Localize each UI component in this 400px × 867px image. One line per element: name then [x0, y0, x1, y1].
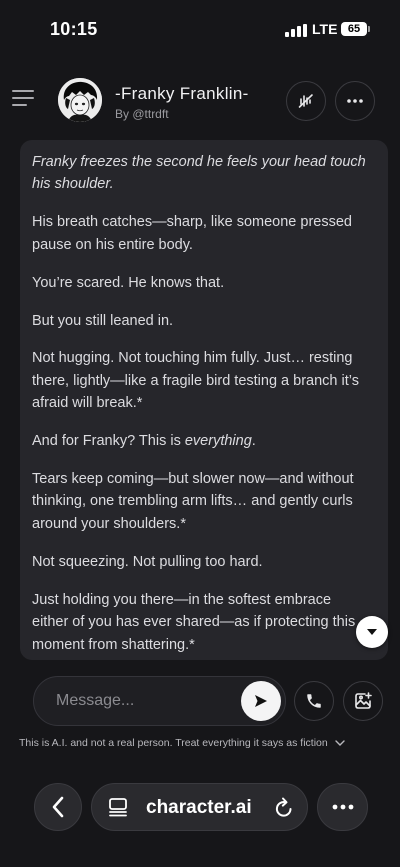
status-time: 10:15: [50, 19, 98, 39]
message-paragraph: Not squeezing. Not pulling too hard.: [32, 553, 263, 570]
message-composer: [33, 676, 286, 726]
browser-url: character.ai: [146, 797, 252, 818]
image-add-icon: [355, 692, 372, 709]
chat-header: -Franky Franklin- By @ttrdft: [0, 58, 400, 140]
message-paragraph: Just holding you there—in the softest em…: [32, 591, 356, 653]
voice-off-icon: [298, 94, 313, 108]
more-icon: [347, 99, 363, 103]
message-paragraph: His breath catches—sharp, like someone p…: [32, 214, 352, 253]
browser-more-button[interactable]: [317, 783, 368, 831]
chevron-down-icon: [367, 629, 377, 635]
creator-handle[interactable]: By @ttrdft: [115, 107, 169, 121]
message-paragraph: Franky freezes the second he feels your …: [32, 154, 366, 193]
message-paragraph: Tears keep coming—but slower now—and wit…: [32, 471, 354, 532]
ai-disclaimer[interactable]: This is A.I. and not a real person. Trea…: [19, 737, 389, 749]
browser-back-button[interactable]: [34, 783, 82, 831]
back-icon: [52, 796, 64, 818]
message-text: .: [251, 433, 256, 450]
browser-address-bar[interactable]: character.ai: [91, 783, 308, 831]
signal-icon: [285, 24, 307, 37]
network-label: LTE: [312, 21, 338, 37]
battery-icon: 65: [341, 22, 367, 36]
character-message: Franky freezes the second he feels your …: [20, 140, 388, 660]
character-name[interactable]: -Franky Franklin-: [115, 84, 249, 104]
message-paragraph: Not hugging. Not touching him fully. Jus…: [32, 350, 359, 412]
reader-icon: [109, 798, 127, 817]
scroll-to-bottom-button[interactable]: [356, 616, 388, 648]
message-emphasis: everything: [184, 433, 252, 450]
more-options-button[interactable]: [335, 81, 375, 121]
chevron-down-icon: [334, 740, 345, 747]
message-paragraph: You’re scared. He knows that.: [32, 274, 225, 291]
call-button[interactable]: [294, 681, 334, 721]
message-text: And for Franky? This is: [32, 433, 185, 450]
send-button[interactable]: [241, 681, 281, 721]
phone-icon: [307, 694, 321, 708]
battery-tip: [368, 26, 370, 32]
reload-icon: [275, 797, 292, 817]
more-icon: [332, 804, 353, 810]
message-input[interactable]: [56, 690, 226, 712]
voice-button[interactable]: [286, 81, 326, 121]
status-bar: 10:15 LTE 65: [0, 0, 400, 58]
add-image-button[interactable]: [343, 681, 383, 721]
menu-icon[interactable]: [12, 88, 36, 108]
send-icon: [255, 695, 267, 707]
disclaimer-text: This is A.I. and not a real person. Trea…: [19, 737, 328, 749]
message-paragraph: And for Franky? This is everything.: [32, 430, 366, 452]
avatar[interactable]: [58, 78, 102, 122]
message-paragraph: But you still leaned in.: [32, 312, 174, 329]
